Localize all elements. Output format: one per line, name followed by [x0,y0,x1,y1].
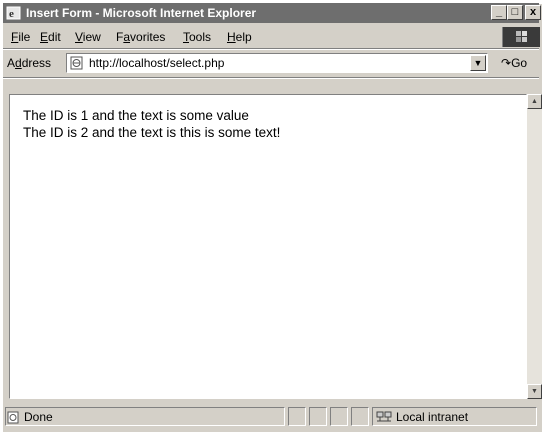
address-separator [3,77,539,79]
menu-tools[interactable]: Tools [183,30,211,44]
status-panel [330,407,348,426]
menu-help[interactable]: Help [227,30,252,44]
status-panel [288,407,306,426]
page-content: The ID is 1 and the text is some value T… [9,94,527,399]
done-page-icon [7,411,19,423]
throbber [502,27,540,47]
scroll-down-icon[interactable]: ▼ [527,384,542,399]
result-text: The ID is 1 and the text is some value T… [23,107,280,141]
menu-file[interactable]: File [11,30,30,44]
window-controls: _ □ x [491,5,541,21]
status-bar: Done Local intranet [3,404,542,432]
status-panel [351,407,369,426]
title-bar[interactable]: e Insert Form - Microsoft Internet Explo… [3,3,541,23]
go-label: Go [511,56,528,70]
address-label: Address [7,56,52,70]
local-intranet-icon [376,411,392,421]
go-button[interactable]: ↷Go [501,56,527,70]
status-done: Done [7,410,53,424]
result-line: The ID is 1 and the text is some value [23,108,249,123]
address-bar: Address http://localhost/select.php ▼ ↷G… [3,50,539,76]
address-input[interactable]: http://localhost/select.php ▼ [66,53,488,73]
ie-icon: e [6,6,21,20]
status-panel [309,407,327,426]
close-button[interactable]: x [525,5,541,20]
go-arrow-icon: ↷ [501,56,512,70]
result-line: The ID is 2 and the text is this is some… [23,125,281,140]
svg-text:e: e [9,8,14,20]
windows-flag-icon [516,31,527,42]
dropdown-arrow-icon[interactable]: ▼ [470,55,486,71]
vertical-scrollbar[interactable]: ▲ ▼ [527,94,542,399]
menu-edit[interactable]: Edit [40,30,61,44]
address-url: http://localhost/select.php [89,56,225,70]
maximize-button[interactable]: □ [507,5,523,20]
page-icon [70,56,83,70]
menu-bar: File Edit View Favorites Tools Help [3,26,540,47]
menu-favorites[interactable]: Favorites [116,30,165,44]
security-zone: Local intranet [376,410,468,424]
window-title: Insert Form - Microsoft Internet Explore… [26,6,257,20]
minimize-button[interactable]: _ [491,5,507,20]
scroll-up-icon[interactable]: ▲ [527,94,542,109]
menu-view[interactable]: View [75,30,101,44]
